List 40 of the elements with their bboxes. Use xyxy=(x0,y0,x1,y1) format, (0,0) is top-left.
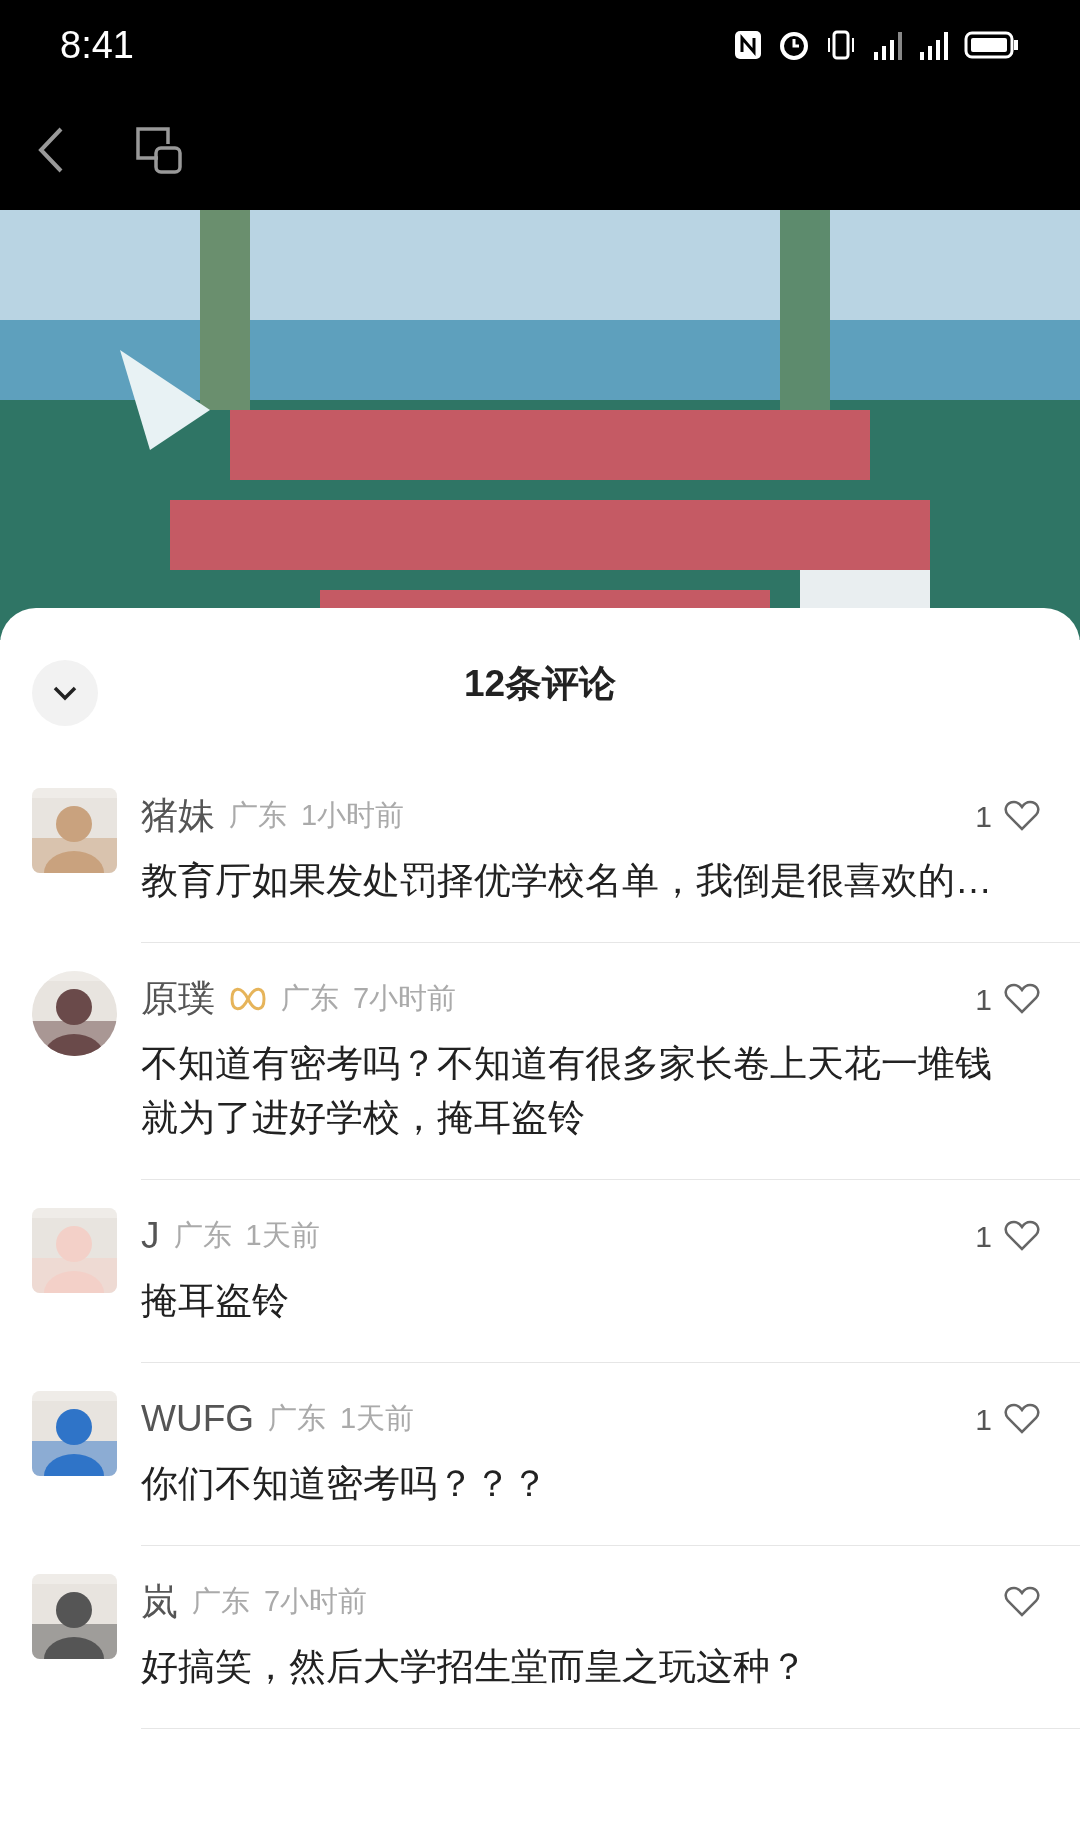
comment-time: 1天前 xyxy=(245,1218,320,1254)
user-name[interactable]: 原璞 xyxy=(141,971,215,1027)
comment-text: 好搞笑，然后大学招生堂而皇之玩这种？ xyxy=(141,1645,808,1689)
vibrate-icon xyxy=(826,30,856,60)
comment-text: 掩耳盗铃 xyxy=(141,1279,290,1323)
comment-location: 广东 xyxy=(268,1401,327,1437)
comment-location: 广东 xyxy=(173,1218,232,1254)
heart-icon[interactable] xyxy=(1004,1403,1040,1435)
comment-time: 7小时前 xyxy=(353,981,457,1017)
window-icon[interactable] xyxy=(134,126,182,174)
comment-text: 教育厅如果发处罚择优学校名单，我倒是很喜欢的… xyxy=(141,859,993,903)
comment-time: 1小时前 xyxy=(301,798,405,834)
comment-location: 广东 xyxy=(229,798,287,834)
status-time: 8:41 xyxy=(60,22,134,68)
comment-location: 广东 xyxy=(192,1584,250,1620)
comment-time: 7小时前 xyxy=(264,1584,368,1620)
heart-icon[interactable] xyxy=(1004,800,1040,832)
signal-icon xyxy=(872,30,902,60)
like-count: 1 xyxy=(975,1218,992,1255)
comment-location: 广东 xyxy=(281,981,339,1017)
heart-icon[interactable] xyxy=(1004,1220,1040,1252)
comment-text: 你们不知道密考吗？？？ xyxy=(141,1462,549,1506)
alarm-icon xyxy=(778,29,810,61)
user-name[interactable]: 猪妹 xyxy=(141,788,215,844)
user-name[interactable]: 岚 xyxy=(141,1574,178,1630)
comments-title: 12条评论 xyxy=(463,662,617,707)
like-count: 1 xyxy=(975,798,992,835)
back-icon[interactable] xyxy=(38,127,64,173)
battery-icon xyxy=(964,31,1020,59)
signal-icon xyxy=(918,30,948,60)
heart-icon[interactable] xyxy=(1004,1586,1040,1618)
user-name[interactable]: J xyxy=(141,1208,160,1264)
comment-time: 1天前 xyxy=(340,1401,415,1437)
nfc-icon xyxy=(734,30,762,60)
chevron-down-icon xyxy=(52,685,78,701)
user-name[interactable]: WUFG xyxy=(141,1391,255,1447)
like-count: 1 xyxy=(975,981,992,1018)
like-count: 1 xyxy=(975,1401,992,1438)
heart-icon[interactable] xyxy=(1004,983,1040,1015)
comment-text: 不知道有密考吗？不知道有很多家长卷上天花一堆钱就为了进好学校，掩耳盗铃 xyxy=(141,1042,993,1140)
